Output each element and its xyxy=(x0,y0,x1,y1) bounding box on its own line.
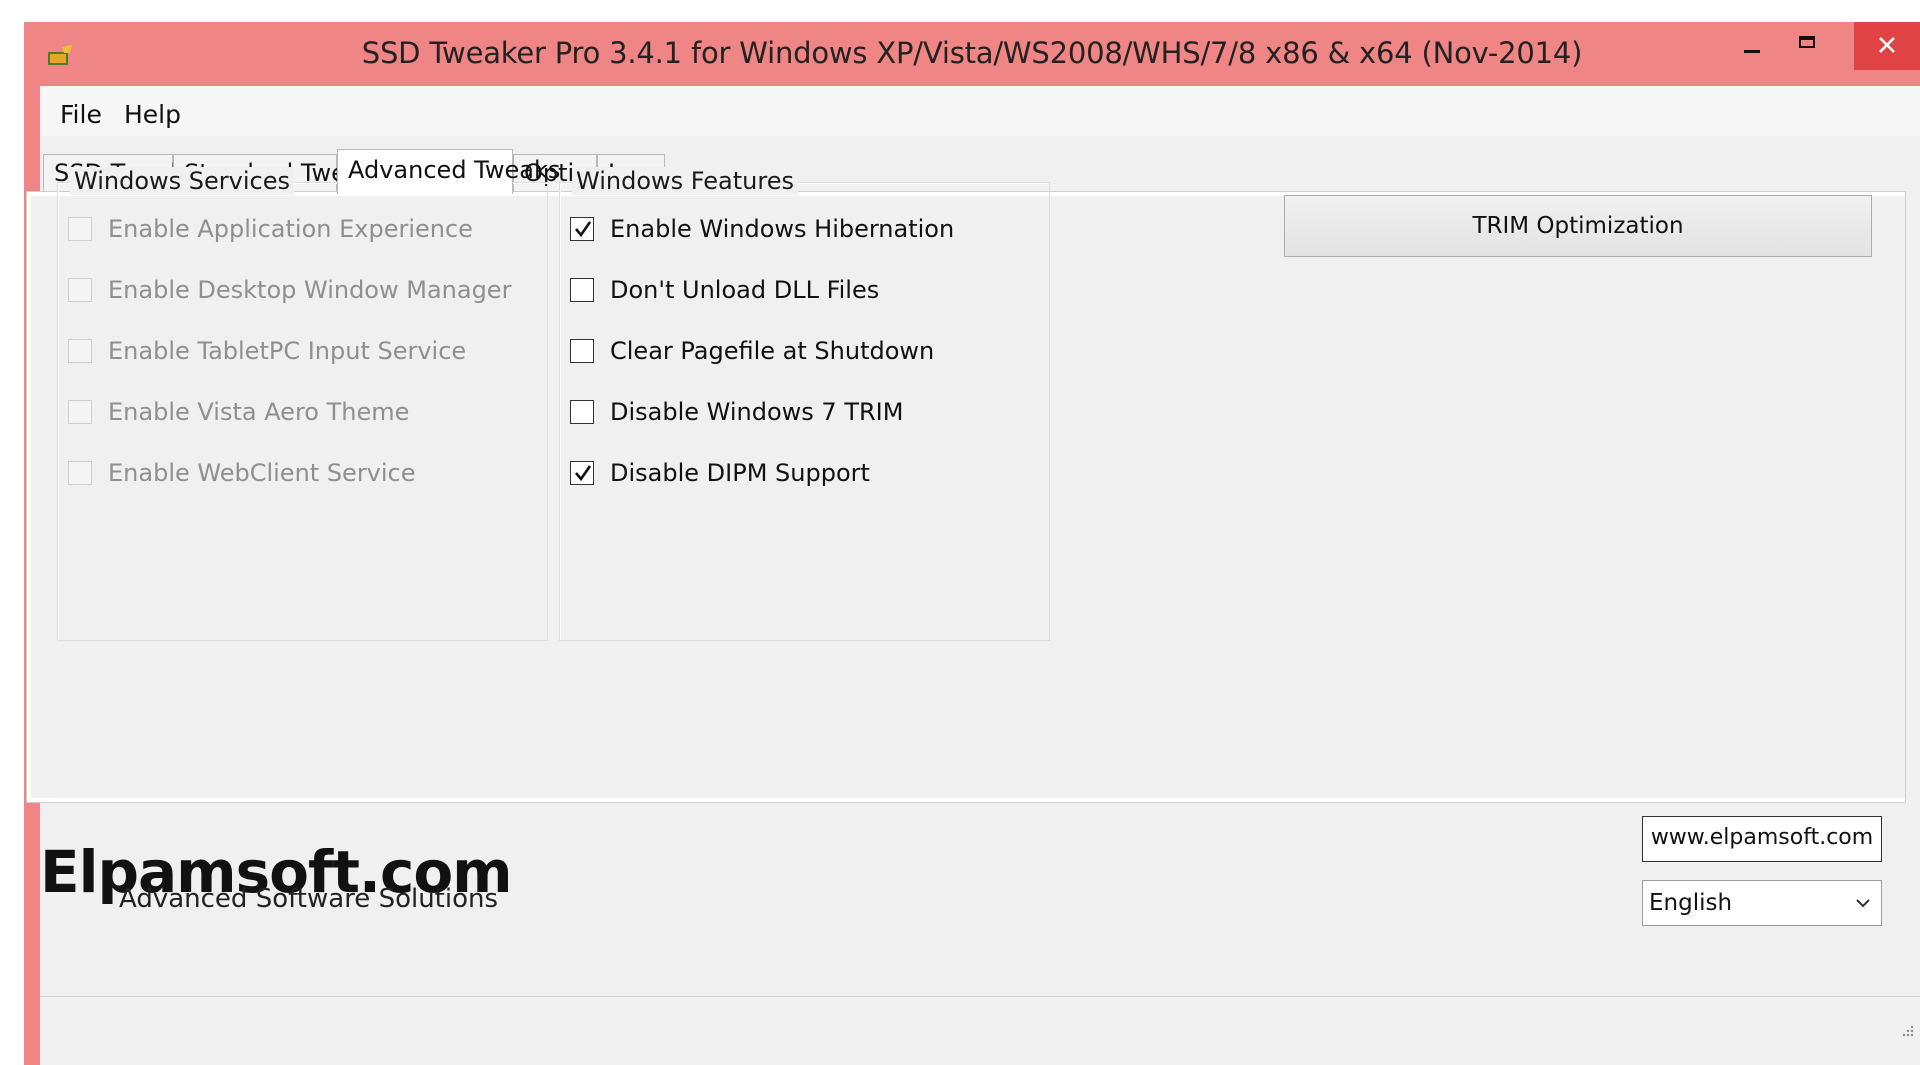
checkbox-box[interactable] xyxy=(68,217,92,241)
close-button[interactable] xyxy=(1854,22,1920,70)
logo-tagline: Advanced Software Solutions xyxy=(119,884,499,914)
windows-services-title: Windows Services xyxy=(70,167,294,195)
checkbox-box[interactable] xyxy=(68,400,92,424)
checkbox-label: Enable Vista Aero Theme xyxy=(108,398,410,426)
windows-services-group: Windows Services Enable Application Expe… xyxy=(57,167,548,641)
website-link[interactable]: www.elpamsoft.com xyxy=(1642,816,1882,862)
trim-optimization-button[interactable]: TRIM Optimization xyxy=(1284,195,1872,257)
windows-features-title: Windows Features xyxy=(572,167,798,195)
checkbox-label: Disable Windows 7 TRIM xyxy=(610,398,904,426)
checkbox-label: Clear Pagefile at Shutdown xyxy=(610,337,935,365)
window-title: SSD Tweaker Pro 3.4.1 for Windows XP/Vis… xyxy=(361,36,1583,70)
tab-advanced-tweaks[interactable]: Advanced Tweaks xyxy=(337,149,560,194)
menu-file[interactable]: File xyxy=(60,100,102,129)
checkmark-icon xyxy=(575,221,592,238)
close-icon xyxy=(1879,37,1895,53)
checkmark-icon xyxy=(575,465,592,482)
checkbox-label: Enable Desktop Window Manager xyxy=(108,276,512,304)
chevron-down-icon xyxy=(1856,899,1870,908)
minimize-icon[interactable] xyxy=(1724,22,1780,70)
checkbox-box[interactable] xyxy=(570,217,594,241)
checkbox-box[interactable] xyxy=(68,461,92,485)
checkbox-box[interactable] xyxy=(570,400,594,424)
checkbox-label: Enable TabletPC Input Service xyxy=(108,337,467,365)
language-value: English xyxy=(1649,890,1733,916)
title-bar[interactable]: SSD Tweaker Pro 3.4.1 for Windows XP/Vis… xyxy=(24,22,1920,86)
language-select[interactable]: English xyxy=(1642,880,1882,926)
checkbox-label: Don't Unload DLL Files xyxy=(610,276,880,304)
windows-features-group: Windows Features Enable Windows Hibernat… xyxy=(559,167,1050,641)
checkbox-label: Disable DIPM Support xyxy=(610,459,870,487)
checkbox-label: Enable Windows Hibernation xyxy=(610,215,955,243)
checkbox-box[interactable] xyxy=(68,339,92,363)
checkbox-box[interactable] xyxy=(68,278,92,302)
checkbox-box[interactable] xyxy=(570,278,594,302)
checkbox-label: Enable WebClient Service xyxy=(108,459,416,487)
checkbox-box[interactable] xyxy=(570,461,594,485)
menu-bar xyxy=(40,86,1920,136)
menu-help[interactable]: Help xyxy=(124,100,181,129)
checkbox-box[interactable] xyxy=(570,339,594,363)
maximize-icon[interactable] xyxy=(1780,22,1836,70)
checkbox-label: Enable Application Experience xyxy=(108,215,473,243)
